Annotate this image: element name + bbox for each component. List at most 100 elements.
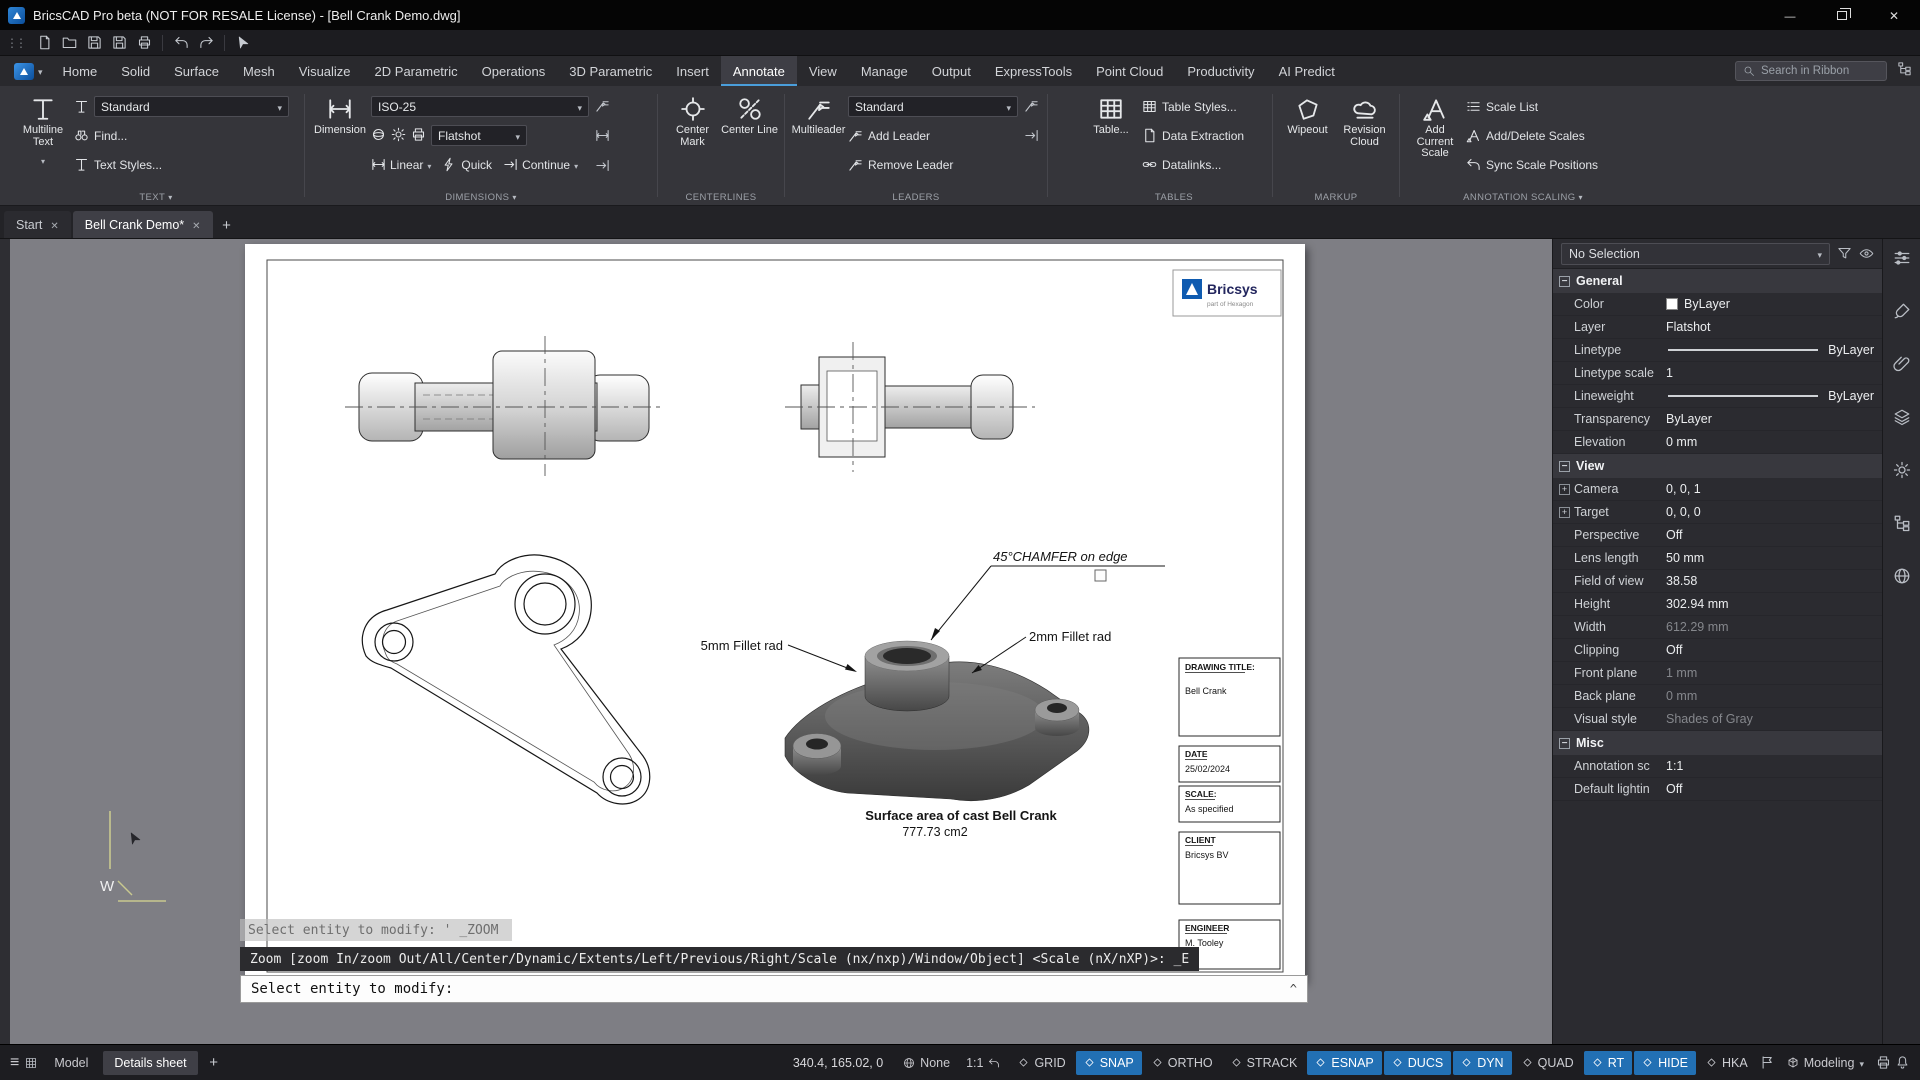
property-value[interactable]: 0 mm <box>1666 435 1874 449</box>
property-value[interactable]: Off <box>1666 643 1874 657</box>
property-row[interactable]: Clipping Off <box>1553 639 1882 662</box>
ribbon-tab[interactable]: Visualize <box>287 56 363 86</box>
viewport-scale[interactable]: 1:1 <box>960 1056 1006 1070</box>
status-toggle[interactable]: DYN <box>1453 1050 1512 1075</box>
add-current-scale-button[interactable]: Add Current Scale <box>1406 90 1464 160</box>
property-value[interactable]: ByLayer <box>1828 343 1874 357</box>
close-button[interactable] <box>1868 0 1920 30</box>
section-misc[interactable]: Misc <box>1553 731 1882 755</box>
ribbon-tab[interactable]: ExpressTools <box>983 56 1084 86</box>
table-styles-button[interactable]: Table Styles... <box>1140 94 1246 119</box>
property-value[interactable]: 302.94 mm <box>1666 597 1874 611</box>
group-label-tables[interactable]: TABLES <box>1078 192 1270 203</box>
property-row[interactable]: Width 612.29 mm <box>1553 616 1882 639</box>
table-button[interactable]: Table... <box>1082 90 1140 137</box>
property-value[interactable]: 0, 0, 1 <box>1666 482 1874 496</box>
quick-dimension-button[interactable]: Quick <box>442 157 492 172</box>
fx-mechanical-icon[interactable] <box>1893 461 1911 484</box>
notifications-bell-icon[interactable] <box>1895 1055 1910 1070</box>
dimension-style-select[interactable]: ISO-25 <box>371 96 589 117</box>
add-leader-button[interactable]: Add Leader <box>846 123 1020 148</box>
status-toggle[interactable]: ESNAP <box>1307 1050 1382 1075</box>
property-row[interactable]: Visual style Shades of Gray <box>1553 708 1882 731</box>
property-value[interactable]: Flatshot <box>1666 320 1874 334</box>
property-value[interactable]: 1:1 <box>1666 759 1874 773</box>
save-as-button[interactable] <box>108 32 130 54</box>
center-line-button[interactable]: Center Line <box>721 90 778 137</box>
status-toggle[interactable]: GRID <box>1010 1051 1073 1075</box>
multileader-button[interactable]: Multileader <box>791 90 846 137</box>
group-label-text[interactable]: TEXT <box>10 192 302 203</box>
render-tool-icon[interactable] <box>391 127 406 145</box>
group-label-markup[interactable]: MARKUP <box>1275 192 1397 203</box>
ribbon-tab[interactable]: Point Cloud <box>1084 56 1175 86</box>
oblique-dimension-icon[interactable] <box>595 128 610 148</box>
ribbon-tab[interactable]: Solid <box>109 56 162 86</box>
style-brush-icon[interactable] <box>1893 302 1911 325</box>
property-value[interactable]: Off <box>1666 782 1874 796</box>
property-row[interactable]: Color ByLayer <box>1553 293 1882 316</box>
status-toggle[interactable]: DUCS <box>1383 1050 1452 1075</box>
center-mark-button[interactable]: Center Mark <box>664 90 721 148</box>
selection-grip[interactable] <box>1094 569 1107 582</box>
multileader-style-select[interactable]: Standard <box>848 96 1018 117</box>
revision-cloud-button[interactable]: Revision Cloud <box>1336 90 1393 148</box>
data-extraction-button[interactable]: Data Extraction <box>1140 123 1246 148</box>
layers-icon[interactable] <box>1893 408 1911 431</box>
group-label-leaders[interactable]: LEADERS <box>787 192 1045 203</box>
application-menu-button[interactable] <box>6 56 51 86</box>
property-value[interactable]: 1 mm <box>1666 666 1874 680</box>
property-row[interactable]: Back plane 0 mm <box>1553 685 1882 708</box>
status-toggle[interactable]: QUAD <box>1514 1051 1582 1075</box>
dimension-button[interactable]: Dimension <box>311 90 369 137</box>
save-button[interactable] <box>83 32 105 54</box>
command-input[interactable]: Select entity to modify: <box>240 975 1308 1003</box>
plot-button[interactable] <box>133 32 155 54</box>
open-file-button[interactable] <box>58 32 80 54</box>
search-input[interactable] <box>1761 65 1879 77</box>
redo-button[interactable] <box>195 32 217 54</box>
property-value[interactable]: 1 <box>1666 366 1874 380</box>
status-toggle[interactable]: RT <box>1583 1050 1633 1075</box>
selection-filter-select[interactable]: No Selection <box>1561 242 1830 265</box>
property-row[interactable]: Perspective Off <box>1553 524 1882 547</box>
filter-icon[interactable] <box>1837 246 1852 261</box>
ribbon-tab[interactable]: 3D Parametric <box>557 56 664 86</box>
linear-dimension-button[interactable]: Linear <box>371 157 431 172</box>
ribbon-search[interactable] <box>1735 61 1887 81</box>
status-menu-icon[interactable] <box>10 1054 19 1072</box>
ribbon-tab[interactable]: Operations <box>470 56 558 86</box>
property-row[interactable]: Lens length 50 mm <box>1553 547 1882 570</box>
dimension-align-icon[interactable] <box>595 158 610 178</box>
property-value[interactable]: Shades of Gray <box>1666 712 1874 726</box>
add-delete-scales-button[interactable]: Add/Delete Scales <box>1464 123 1600 148</box>
close-tab-icon[interactable] <box>192 218 200 232</box>
scale-list-button[interactable]: Scale List <box>1464 94 1600 119</box>
new-layout-button[interactable] <box>202 1051 226 1075</box>
expand-icon[interactable] <box>1559 483 1570 495</box>
tab-details-sheet[interactable]: Details sheet <box>103 1050 198 1075</box>
ribbon-tab[interactable]: View <box>797 56 849 86</box>
property-row[interactable]: Lineweight ByLayer <box>1553 385 1882 408</box>
property-value[interactable]: 38.58 <box>1666 574 1874 588</box>
ribbon-tab[interactable]: Home <box>51 56 110 86</box>
property-row[interactable]: Linetype ByLayer <box>1553 339 1882 362</box>
section-view[interactable]: View <box>1553 454 1882 478</box>
remove-leader-button[interactable]: Remove Leader <box>846 152 1020 177</box>
property-value[interactable]: ByLayer <box>1828 389 1874 403</box>
expand-command-icon[interactable] <box>1290 982 1297 996</box>
status-toggle[interactable]: STRACK <box>1223 1051 1306 1075</box>
structure-tree-icon[interactable] <box>1893 514 1911 537</box>
drawing-canvas[interactable]: Bricsys part of Hexagon 45°CHAMFER on ed… <box>0 239 1552 1044</box>
new-file-button[interactable] <box>33 32 55 54</box>
text-styles-button[interactable]: Text Styles... <box>72 152 291 177</box>
flatshot-select[interactable]: Flatshot <box>431 125 527 146</box>
property-row[interactable]: Camera 0, 0, 1 <box>1553 478 1882 501</box>
group-label-annotation-scaling[interactable]: ANNOTATION SCALING <box>1402 192 1644 203</box>
tab-start[interactable]: Start <box>4 211 71 238</box>
property-row[interactable]: Layer Flatshot <box>1553 316 1882 339</box>
find-button[interactable]: Find... <box>72 123 291 148</box>
world-icon[interactable] <box>1893 567 1911 590</box>
property-value[interactable]: 0 mm <box>1666 689 1874 703</box>
ribbon-tab[interactable]: Annotate <box>720 56 797 86</box>
